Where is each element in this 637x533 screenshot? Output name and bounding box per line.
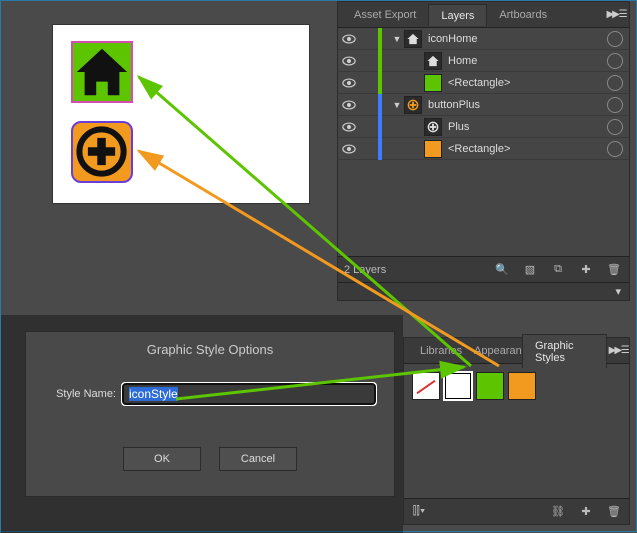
panel-menu-icon[interactable]: ▶▶ ☰ <box>603 9 629 20</box>
layer-count: 2 Layers <box>344 264 483 276</box>
new-style-icon[interactable]: ✚ <box>577 503 595 521</box>
delete-style-icon[interactable]: 🗑 <box>605 503 623 521</box>
canvas-object-buttonplus[interactable] <box>71 121 133 183</box>
layer-name[interactable]: Home <box>448 55 603 67</box>
dialog-title: Graphic Style Options <box>26 338 394 371</box>
gs-footer: ⫿⫿▾ ⛓ ✚ 🗑 <box>404 498 629 524</box>
layer-thumb <box>424 52 442 70</box>
layer-thumb <box>404 96 422 114</box>
style-name-input[interactable] <box>122 383 376 405</box>
delete-layer-icon[interactable]: 🗑 <box>605 261 623 279</box>
artboard-canvas <box>53 25 309 203</box>
visibility-toggle[interactable] <box>338 76 360 90</box>
new-layer-icon[interactable]: ✚ <box>577 261 595 279</box>
layer-thumb <box>404 30 422 48</box>
layer-thumb <box>424 74 442 92</box>
layer-thumb <box>424 140 442 158</box>
style-name-label: Style Name: <box>44 388 122 400</box>
layer-row[interactable]: <Rectangle> <box>338 72 629 94</box>
style-swatch-default[interactable] <box>444 372 472 400</box>
style-swatch-green[interactable] <box>476 372 504 400</box>
tab-artboards[interactable]: Artboards <box>487 4 559 25</box>
visibility-toggle[interactable] <box>338 32 360 46</box>
target-icon[interactable] <box>607 119 623 135</box>
canvas-object-iconhome[interactable] <box>71 41 133 103</box>
swatch-row <box>404 364 629 408</box>
layer-row[interactable]: ▼ iconHome <box>338 28 629 50</box>
tab-graphic-styles[interactable]: Graphic Styles <box>522 334 607 368</box>
layer-name[interactable]: Plus <box>448 121 603 133</box>
layer-row[interactable]: Home <box>338 50 629 72</box>
visibility-toggle[interactable] <box>338 142 360 156</box>
layer-row[interactable]: ▼ buttonPlus <box>338 94 629 116</box>
break-link-icon[interactable]: ⛓ <box>549 503 567 521</box>
make-clipping-mask-icon[interactable]: ▧ <box>521 261 539 279</box>
layer-name[interactable]: <Rectangle> <box>448 143 603 155</box>
layer-row[interactable]: <Rectangle> <box>338 138 629 160</box>
style-swatch-orange[interactable] <box>508 372 536 400</box>
locate-object-icon[interactable]: 🔍 <box>493 261 511 279</box>
tab-appearance[interactable]: Appearance <box>462 340 522 361</box>
create-sublayer-icon[interactable]: ⧉ <box>549 261 567 279</box>
style-swatch-none[interactable] <box>412 372 440 400</box>
layers-tabbar: Asset Export Layers Artboards ▶▶ ☰ <box>338 2 629 28</box>
layer-row[interactable]: Plus <box>338 116 629 138</box>
layer-name[interactable]: buttonPlus <box>428 99 603 111</box>
visibility-toggle[interactable] <box>338 120 360 134</box>
expand-toggle[interactable]: ▼ <box>390 100 404 110</box>
panel-collapse-icon[interactable]: ▾ <box>338 282 629 300</box>
layers-panel: Asset Export Layers Artboards ▶▶ ☰ ▼ ico… <box>337 1 630 301</box>
layer-thumb <box>424 118 442 136</box>
tab-layers[interactable]: Layers <box>428 4 487 26</box>
panel-menu-icon[interactable]: ▶▶ ☰ <box>607 345 629 356</box>
graphic-styles-panel: Libraries Appearance Graphic Styles ▶▶ ☰… <box>403 337 630 525</box>
gs-tabbar: Libraries Appearance Graphic Styles ▶▶ ☰ <box>404 338 629 364</box>
target-icon[interactable] <box>607 53 623 69</box>
target-icon[interactable] <box>607 31 623 47</box>
target-icon[interactable] <box>607 141 623 157</box>
layers-footer: 2 Layers 🔍 ▧ ⧉ ✚ 🗑 <box>338 256 629 282</box>
target-icon[interactable] <box>607 75 623 91</box>
graphic-style-options-dialog: Graphic Style Options Style Name: OK Can… <box>25 331 395 497</box>
visibility-toggle[interactable] <box>338 54 360 68</box>
target-icon[interactable] <box>607 97 623 113</box>
expand-toggle[interactable]: ▼ <box>390 34 404 44</box>
cancel-button[interactable]: Cancel <box>219 447 297 471</box>
styles-library-menu-icon[interactable]: ⫿⫿▾ <box>410 503 428 521</box>
tab-libraries[interactable]: Libraries <box>408 340 462 361</box>
ok-button[interactable]: OK <box>123 447 201 471</box>
layer-name[interactable]: iconHome <box>428 33 603 45</box>
tab-asset-export[interactable]: Asset Export <box>342 4 428 25</box>
layer-rows: ▼ iconHome Home <Rectangle> <box>338 28 629 256</box>
layer-name[interactable]: <Rectangle> <box>448 77 603 89</box>
visibility-toggle[interactable] <box>338 98 360 112</box>
